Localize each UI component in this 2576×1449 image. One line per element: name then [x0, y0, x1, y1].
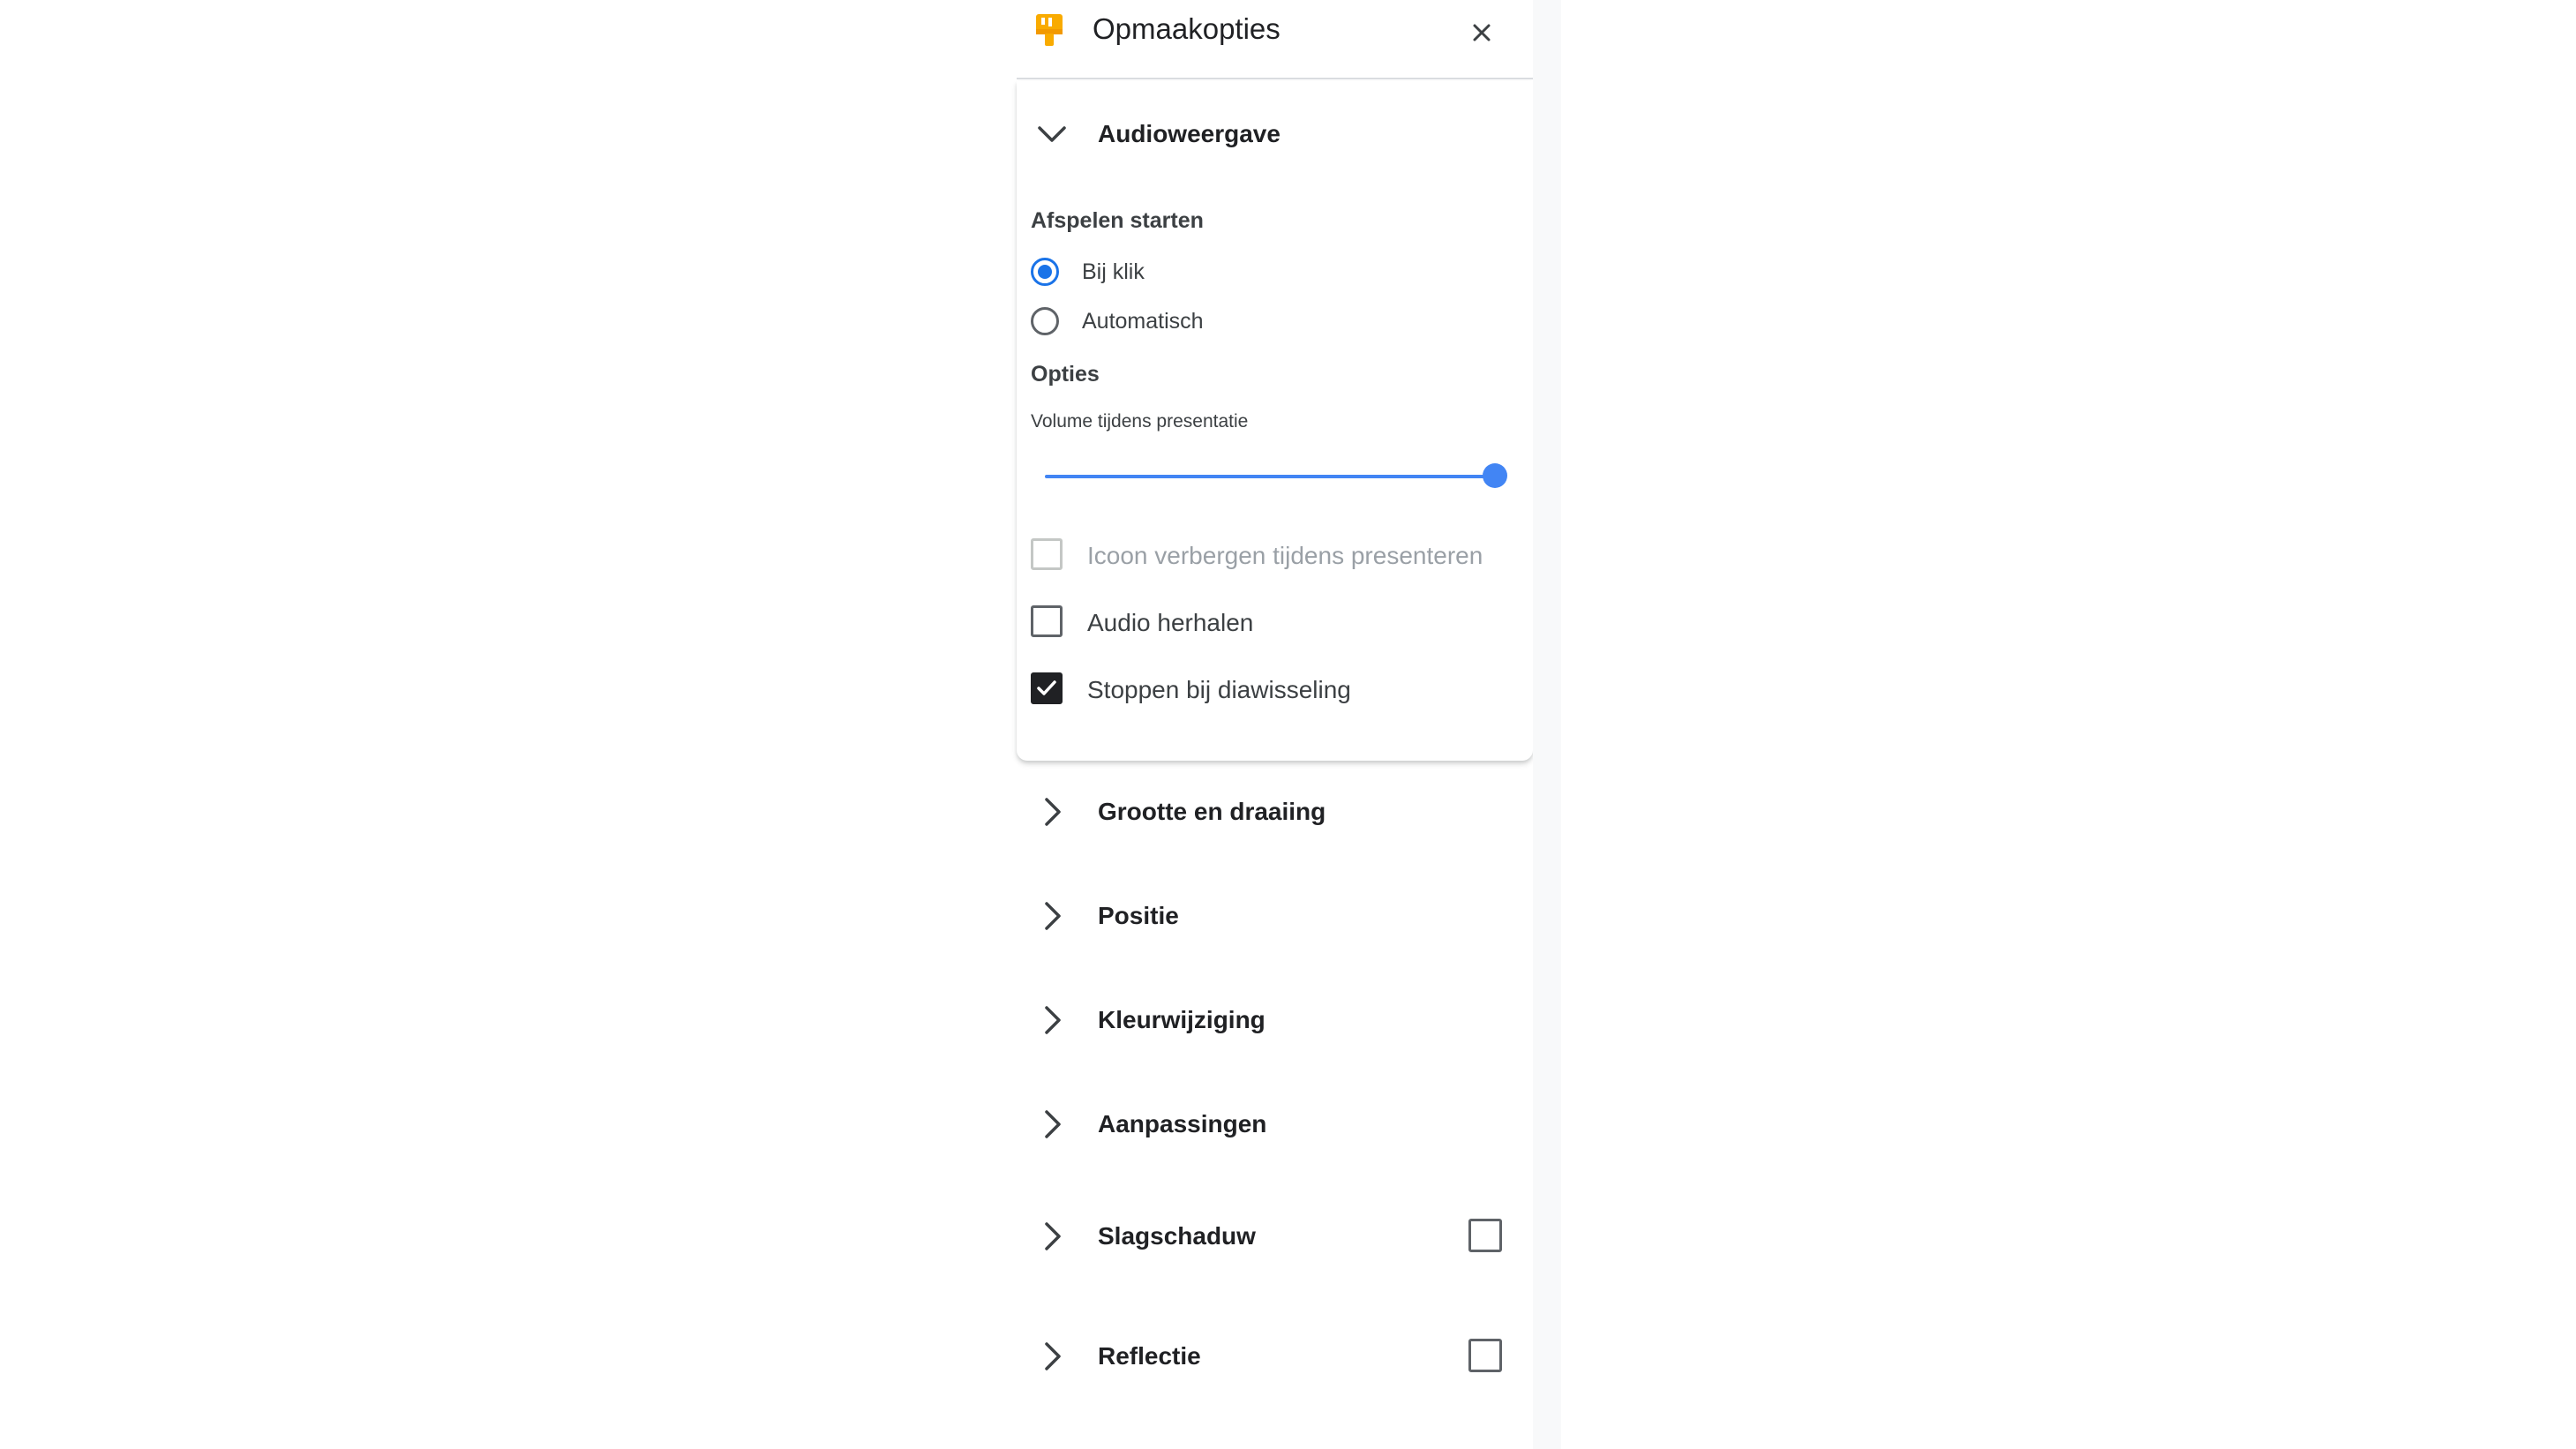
close-icon [1473, 24, 1491, 41]
audio-playback-card: Audioweergave Afspelen starten Bij klik … [1017, 81, 1533, 761]
checkmark-icon [1037, 680, 1056, 695]
volume-slider[interactable] [1041, 459, 1509, 494]
checkbox-row-hide-icon[interactable]: Icoon verbergen tijdens presenteren [1031, 535, 1507, 574]
radio-button[interactable] [1031, 307, 1059, 335]
panel-gutter [1533, 0, 1561, 1449]
radio-label: Bij klik [1082, 259, 1145, 284]
slider-track [1045, 475, 1495, 478]
panel-title: Opmaakopties [1093, 12, 1280, 45]
section-recolor[interactable]: Kleurwijziging [1017, 985, 1533, 1055]
panel-header: Opmaakopties [1017, 0, 1533, 79]
checkbox-label: Audio herhalen [1087, 609, 1254, 636]
checkbox-label: Icoon verbergen tijdens presenteren [1087, 542, 1483, 569]
chevron-down-icon [1034, 116, 1070, 152]
section-label: Positie [1098, 902, 1179, 929]
section-label: Kleurwijziging [1098, 1006, 1265, 1033]
section-label: Aanpassingen [1098, 1110, 1267, 1137]
screen: Opmaakopties Audioweergave Afspelen star… [0, 0, 2576, 1449]
checkbox-loop-audio[interactable] [1031, 605, 1063, 637]
section-position[interactable]: Positie [1017, 881, 1533, 951]
checkbox-reflection[interactable] [1468, 1339, 1502, 1372]
volume-label: Volume tijdens presentatie [1031, 411, 1249, 432]
options-group-title: Opties [1031, 362, 1100, 387]
section-drop-shadow[interactable]: Slagschaduw [1017, 1201, 1533, 1272]
chevron-right-icon [1034, 898, 1070, 934]
checkbox-row-loop-audio[interactable]: Audio herhalen [1031, 602, 1507, 641]
slider-thumb[interactable] [1483, 463, 1507, 488]
close-button[interactable] [1465, 16, 1498, 49]
checkbox-hide-icon[interactable] [1031, 538, 1063, 570]
format-options-panel: Opmaakopties Audioweergave Afspelen star… [1017, 0, 1533, 1449]
checkbox-row-stop-on-slide-change[interactable]: Stoppen bij diawisseling [1031, 669, 1507, 708]
section-label-audio: Audioweergave [1098, 120, 1280, 147]
chevron-right-icon [1034, 794, 1070, 830]
chevron-right-icon [1034, 1339, 1070, 1374]
radio-button-selected[interactable] [1031, 258, 1059, 286]
section-label: Grootte en draaiing [1098, 798, 1326, 825]
radio-on-click[interactable]: Bij klik [1031, 254, 1384, 289]
radio-automatic[interactable]: Automatisch [1031, 304, 1384, 339]
chevron-right-icon [1034, 1219, 1070, 1254]
section-adjustments[interactable]: Aanpassingen [1017, 1089, 1533, 1160]
section-header-audio[interactable]: Audioweergave [1017, 99, 1533, 169]
chevron-right-icon [1034, 1002, 1070, 1038]
checkbox-drop-shadow[interactable] [1468, 1219, 1502, 1252]
checkbox-stop-on-slide-change[interactable] [1031, 672, 1063, 704]
chevron-right-icon [1034, 1107, 1070, 1142]
section-label: Reflectie [1098, 1342, 1201, 1370]
section-reflection[interactable]: Reflectie [1017, 1321, 1533, 1392]
format-paint-icon [1034, 12, 1064, 48]
radio-label: Automatisch [1082, 309, 1204, 334]
checkbox-label: Stoppen bij diawisseling [1087, 676, 1351, 703]
playback-group-title: Afspelen starten [1031, 208, 1204, 233]
section-label: Slagschaduw [1098, 1222, 1256, 1250]
section-size-rotation[interactable]: Grootte en draaiing [1017, 777, 1533, 847]
